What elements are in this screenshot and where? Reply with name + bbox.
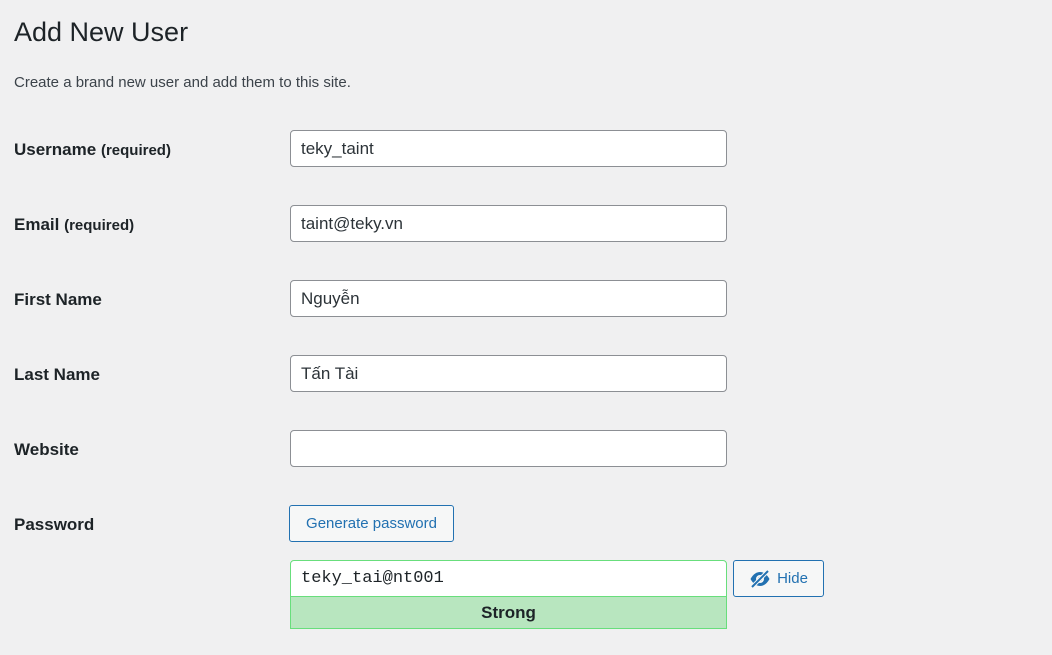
username-label: Username (required) [14, 139, 171, 162]
first-name-input[interactable] [290, 280, 727, 317]
add-new-user-page: Add New User Create a brand new user and… [0, 0, 1052, 655]
email-label-text: Email [14, 215, 60, 234]
website-input[interactable] [290, 430, 727, 467]
eye-slash-icon [749, 569, 771, 588]
page-subtitle: Create a brand new user and add them to … [14, 74, 351, 91]
username-input[interactable] [290, 130, 727, 167]
last-name-input[interactable] [290, 355, 727, 392]
username-label-text: Username [14, 140, 97, 159]
password-strength-meter: Strong [290, 597, 727, 629]
last-name-label: Last Name [14, 365, 100, 384]
password-label: Password [14, 515, 95, 534]
generate-password-button[interactable]: Generate password [289, 505, 454, 542]
website-label: Website [14, 440, 79, 459]
hide-password-button[interactable]: Hide [733, 560, 824, 597]
email-label: Email (required) [14, 214, 134, 237]
email-required-note: (required) [64, 217, 135, 234]
first-name-label: First Name [14, 290, 102, 309]
email-input[interactable] [290, 205, 727, 242]
username-required-note: (required) [100, 142, 171, 159]
hide-password-label: Hide [777, 570, 808, 587]
password-input[interactable] [290, 560, 727, 597]
page-title: Add New User [14, 17, 189, 47]
